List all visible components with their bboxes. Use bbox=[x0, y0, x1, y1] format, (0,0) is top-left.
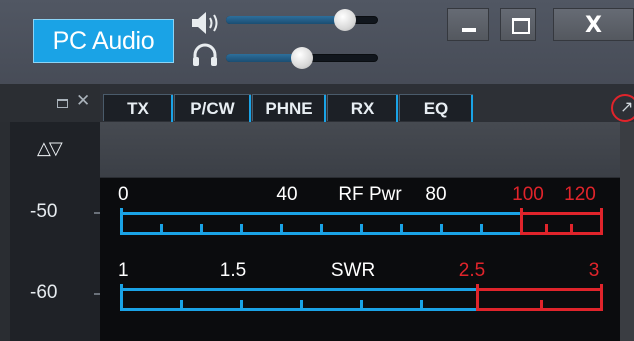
tab-separator bbox=[324, 95, 326, 122]
meter-baseline bbox=[120, 232, 520, 235]
meter-scale-label: 0 bbox=[118, 184, 129, 205]
tab-bar: ✕ TX P/CW PHNE RX EQ ↗ bbox=[0, 84, 634, 122]
meter-scale-label: 80 bbox=[425, 184, 447, 205]
meter-scale-label: 2.5 bbox=[458, 260, 486, 281]
meter-warn-bar bbox=[476, 288, 603, 291]
scale-arrows-icon[interactable]: △▽ bbox=[37, 138, 63, 159]
tab-phne[interactable]: PHNE bbox=[252, 94, 326, 122]
meter-baseline-warn bbox=[476, 308, 603, 311]
meter-scale-label: 120 bbox=[564, 184, 596, 205]
slider-fill bbox=[226, 16, 345, 24]
tab-eq[interactable]: EQ bbox=[399, 94, 473, 122]
swr-meter: 1 1.5 SWR 2.5 3 bbox=[100, 260, 620, 330]
tab-separator bbox=[396, 95, 398, 122]
left-edge bbox=[0, 122, 10, 341]
meter-name: SWR bbox=[330, 260, 376, 281]
meter-scale-label: 100 bbox=[512, 184, 544, 205]
meter-tick bbox=[520, 208, 523, 234]
meter-tick bbox=[120, 284, 123, 310]
speaker-icon bbox=[192, 12, 218, 34]
headphone-volume-slider[interactable] bbox=[226, 47, 378, 69]
tab-tx[interactable]: TX bbox=[103, 94, 173, 122]
tab-separator bbox=[471, 95, 473, 122]
meter-baseline-warn bbox=[520, 232, 603, 235]
tab-rx[interactable]: RX bbox=[327, 94, 398, 122]
minimize-button[interactable] bbox=[447, 8, 489, 41]
title-bar: PC Audio X bbox=[0, 0, 634, 84]
meter-tick bbox=[600, 284, 603, 310]
panel-restore-icon[interactable] bbox=[57, 99, 68, 108]
right-edge bbox=[620, 122, 634, 341]
headphones-icon bbox=[193, 43, 217, 66]
maximize-button[interactable] bbox=[500, 8, 536, 41]
slider-thumb[interactable] bbox=[333, 9, 356, 31]
expand-button[interactable]: ↗ bbox=[611, 94, 634, 122]
meter-normal-bar bbox=[120, 288, 476, 291]
pc-audio-button[interactable]: PC Audio bbox=[33, 19, 174, 63]
meter-scale-label: 1.5 bbox=[219, 260, 247, 281]
rf-power-meter: 0 40 RF Pwr 80 100 120 bbox=[100, 184, 620, 254]
speaker-volume-slider[interactable] bbox=[226, 9, 378, 31]
meter-baseline bbox=[120, 308, 476, 311]
scale-label: -50 bbox=[30, 201, 58, 222]
meter-scale-label: 3 bbox=[588, 260, 600, 281]
meter-panel-header bbox=[100, 122, 620, 178]
close-icon: X bbox=[585, 13, 602, 38]
meter-tick bbox=[476, 284, 479, 310]
meter-tick bbox=[120, 208, 123, 234]
slider-thumb[interactable] bbox=[291, 47, 313, 69]
scale-label: -60 bbox=[30, 282, 58, 303]
tab-pcw[interactable]: P/CW bbox=[174, 94, 251, 122]
meter-tick bbox=[600, 208, 603, 234]
meter-scale-label: 40 bbox=[276, 184, 298, 205]
meter-name: RF Pwr bbox=[338, 184, 402, 205]
meter-normal-bar bbox=[120, 212, 520, 215]
radio-app-window: PC Audio X ✕ TX P/CW PHNE RX EQ ↗ △▽ -50… bbox=[0, 0, 634, 341]
meter-scale-label: 1 bbox=[118, 260, 129, 281]
panel-close-icon[interactable]: ✕ bbox=[76, 91, 90, 111]
panel-controls: ✕ bbox=[0, 84, 100, 122]
tab-separator bbox=[249, 95, 251, 122]
close-button[interactable]: X bbox=[553, 8, 634, 41]
meter-warn-bar bbox=[520, 212, 603, 215]
tab-separator bbox=[171, 95, 173, 122]
expand-arrow-icon: ↗ bbox=[620, 97, 634, 116]
